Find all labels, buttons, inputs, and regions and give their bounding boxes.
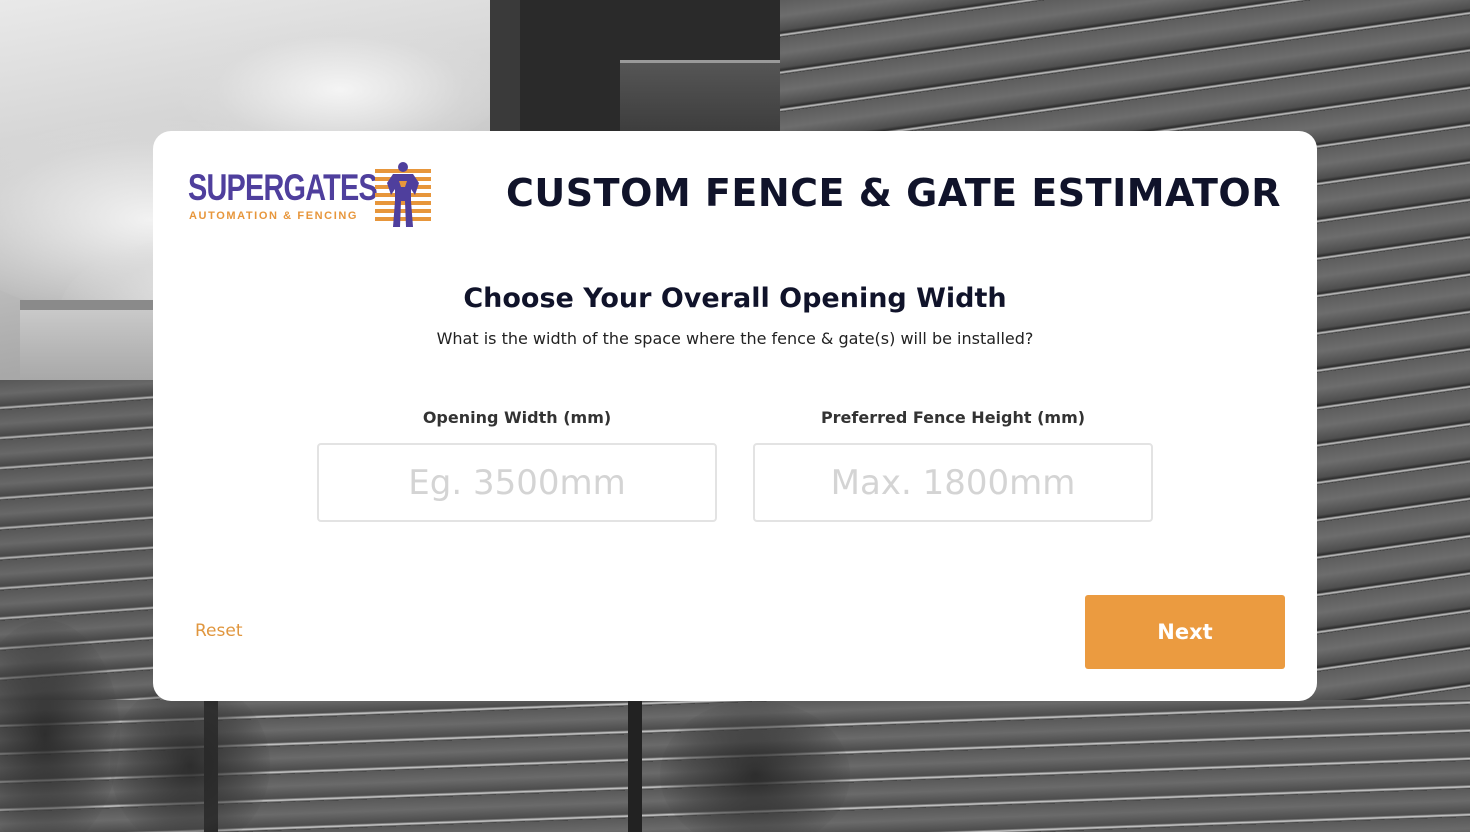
- opening-width-label: Opening Width (mm): [422, 408, 612, 427]
- step-subheading: What is the width of the space where the…: [436, 329, 1034, 348]
- logo-wordmark: SUPERGATES: [188, 167, 378, 208]
- opening-width-input[interactable]: [317, 443, 717, 522]
- fence-height-label: Preferred Fence Height (mm): [820, 408, 1086, 427]
- logo-tagline: AUTOMATION & FENCING: [189, 210, 359, 222]
- superhero-icon: [375, 162, 431, 227]
- page-title: CUSTOM FENCE & GATE ESTIMATOR: [506, 171, 1281, 215]
- estimator-card: SUPERGATES AUTOMATION & FENCING CUSTOM F…: [153, 131, 1317, 701]
- fence-height-input[interactable]: [753, 443, 1153, 522]
- step-heading: Choose Your Overall Opening Width: [463, 283, 1007, 314]
- brand-logo[interactable]: SUPERGATES AUTOMATION & FENCING: [187, 161, 437, 231]
- reset-link[interactable]: Reset: [195, 621, 243, 641]
- next-button[interactable]: Next: [1085, 595, 1285, 669]
- fence-post: [628, 700, 642, 832]
